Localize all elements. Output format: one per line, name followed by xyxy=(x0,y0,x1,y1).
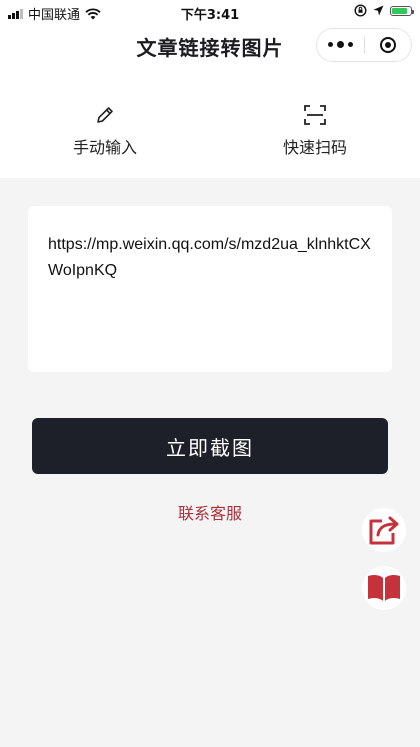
close-target-icon[interactable] xyxy=(365,37,412,53)
pencil-icon xyxy=(97,107,113,123)
navigation-bar: 文章链接转图片 xyxy=(0,24,420,70)
location-icon xyxy=(373,5,384,16)
book-button[interactable] xyxy=(362,566,406,610)
contact-support-link[interactable]: 联系客服 xyxy=(0,500,420,524)
mode-tabs: 手动输入 快速扫码 xyxy=(0,70,420,178)
battery-fill xyxy=(392,7,408,14)
share-button[interactable] xyxy=(362,508,406,552)
mini-program-capsule xyxy=(316,28,412,62)
tab-label-quick-scan: 快速扫码 xyxy=(282,138,347,157)
capture-now-button[interactable]: 立即截图 xyxy=(32,418,388,474)
url-input[interactable]: https://mp.weixin.qq.com/s/mzd2ua_klnhkt… xyxy=(48,232,372,346)
status-right xyxy=(354,4,414,17)
scan-icon xyxy=(304,105,326,125)
book-icon xyxy=(368,574,400,601)
status-bar: 中国联通 下午3:41 xyxy=(0,0,420,24)
url-input-card: https://mp.weixin.qq.com/s/mzd2ua_klnhkt… xyxy=(28,206,392,372)
tab-manual-input[interactable]: 手动输入 xyxy=(0,70,210,178)
tab-label-manual-input: 手动输入 xyxy=(72,138,137,157)
more-dots-icon[interactable] xyxy=(317,41,364,48)
battery-icon xyxy=(390,5,414,16)
tab-quick-scan[interactable]: 快速扫码 xyxy=(210,70,420,178)
share-icon xyxy=(369,516,399,545)
orientation-lock-icon xyxy=(354,4,367,17)
